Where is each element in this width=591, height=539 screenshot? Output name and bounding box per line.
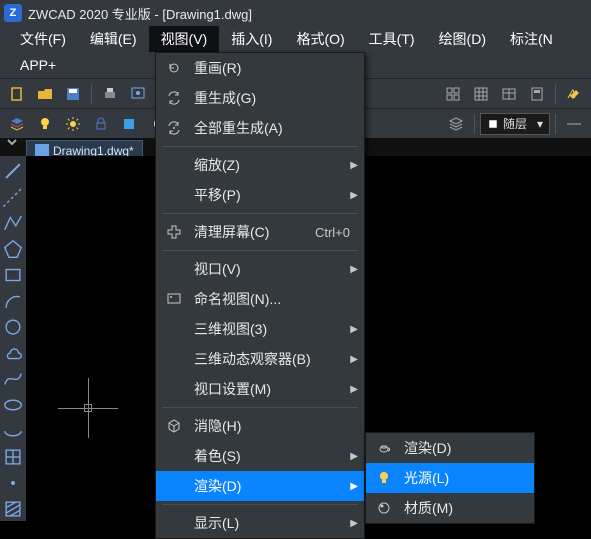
- layer-stack-icon[interactable]: [443, 112, 469, 136]
- table-icon[interactable]: [496, 82, 522, 106]
- left-tool-palette: [0, 156, 26, 521]
- new-icon[interactable]: [4, 82, 30, 106]
- print-icon[interactable]: [97, 82, 123, 106]
- regen-icon: [164, 88, 184, 108]
- ellipse-tool-icon[interactable]: [2, 394, 24, 416]
- separator: [555, 84, 556, 104]
- polyline-tool-icon[interactable]: [2, 212, 24, 234]
- lock-icon[interactable]: [88, 112, 114, 136]
- submenu-arrow-icon: ▶: [350, 481, 358, 492]
- submenu-arrow-icon: ▶: [350, 451, 358, 462]
- separator: [91, 84, 92, 104]
- menu-draw[interactable]: 绘图(D): [427, 26, 498, 52]
- clean-screen-icon: [164, 222, 184, 242]
- box-blue-icon[interactable]: [116, 112, 142, 136]
- menu-item-regen[interactable]: 重生成(G): [156, 83, 364, 113]
- submenu-item-material[interactable]: 材质(M): [366, 493, 534, 523]
- menu-item-zoom[interactable]: 缩放(Z) ▶: [156, 150, 364, 180]
- crosshair-cursor: [58, 378, 118, 438]
- menu-item-regen-all[interactable]: 全部重生成(A): [156, 113, 364, 143]
- menu-insert[interactable]: 插入(I): [219, 26, 284, 52]
- menu-view[interactable]: 视图(V): [149, 26, 220, 52]
- sun-icon[interactable]: [60, 112, 86, 136]
- menu-dim[interactable]: 标注(N: [498, 26, 565, 52]
- polygon-tool-icon[interactable]: [2, 238, 24, 260]
- menu-app-plus[interactable]: APP+: [8, 57, 68, 73]
- bulb-icon[interactable]: [32, 112, 58, 136]
- menu-file[interactable]: 文件(F): [8, 26, 78, 52]
- menu-item-viewport-config[interactable]: 视口设置(M) ▶: [156, 374, 364, 404]
- rect-tool-icon[interactable]: [2, 264, 24, 286]
- menu-item-redraw[interactable]: 重画(R): [156, 53, 364, 83]
- save-icon[interactable]: [60, 82, 86, 106]
- menu-item-named-views[interactable]: 命名视图(N)...: [156, 284, 364, 314]
- submenu-arrow-icon: ▶: [350, 518, 358, 529]
- submenu-arrow-icon: ▶: [350, 190, 358, 201]
- separator: [162, 504, 358, 505]
- separator: [162, 213, 358, 214]
- menu-format[interactable]: 格式(O): [284, 26, 356, 52]
- teapot-icon: [374, 438, 394, 458]
- brush-a-icon[interactable]: A: [561, 82, 587, 106]
- menu-edit[interactable]: 编辑(E): [78, 26, 149, 52]
- title-bar: Z ZWCAD 2020 专业版 - [Drawing1.dwg]: [0, 0, 591, 26]
- separator: [162, 146, 358, 147]
- hatch-tool-icon[interactable]: [2, 498, 24, 520]
- chevron-down-icon: ▾: [537, 117, 543, 131]
- submenu-arrow-icon: ▶: [350, 264, 358, 275]
- layer-combo[interactable]: 随层 ▾: [480, 113, 550, 135]
- point-tool-icon[interactable]: [2, 472, 24, 494]
- menu-tools[interactable]: 工具(T): [357, 26, 427, 52]
- menu-item-3d-orbit[interactable]: 三维动态观察器(B) ▶: [156, 344, 364, 374]
- menu-item-render[interactable]: 渲染(D) ▶: [156, 471, 364, 501]
- submenu-arrow-icon: ▶: [350, 160, 358, 171]
- app-logo: Z: [4, 4, 22, 22]
- submenu-item-light[interactable]: 光源(L): [366, 463, 534, 493]
- separator: [162, 250, 358, 251]
- separator: [474, 114, 475, 134]
- line-tool-icon[interactable]: [2, 160, 24, 182]
- layout-icon[interactable]: [440, 82, 466, 106]
- xline-tool-icon[interactable]: [2, 186, 24, 208]
- collapse-icon[interactable]: [4, 134, 20, 150]
- block-tool-icon[interactable]: [2, 446, 24, 468]
- submenu-item-render[interactable]: 渲染(D): [366, 433, 534, 463]
- ellipse-arc-tool-icon[interactable]: [2, 420, 24, 442]
- separator: [162, 407, 358, 408]
- menu-item-3d-views[interactable]: 三维视图(3) ▶: [156, 314, 364, 344]
- calc-icon[interactable]: [524, 82, 550, 106]
- menu-item-clean-screen[interactable]: 清理屏幕(C) Ctrl+0: [156, 217, 364, 247]
- layer-manager-icon[interactable]: [4, 112, 30, 136]
- submenu-arrow-icon: ▶: [350, 354, 358, 365]
- layer-combo-value: 随层: [503, 115, 527, 132]
- regen-all-icon: [164, 118, 184, 138]
- light-bulb-icon: [374, 468, 394, 488]
- open-icon[interactable]: [32, 82, 58, 106]
- hide-icon: [164, 416, 184, 436]
- menu-item-display[interactable]: 显示(L) ▶: [156, 508, 364, 538]
- redraw-icon: [164, 58, 184, 78]
- menu-item-hide[interactable]: 消隐(H): [156, 411, 364, 441]
- menu-item-viewport[interactable]: 视口(V) ▶: [156, 254, 364, 284]
- line-dash-icon[interactable]: [561, 112, 587, 136]
- arc-tool-icon[interactable]: [2, 290, 24, 312]
- render-submenu: 渲染(D) 光源(L) 材质(M): [365, 432, 535, 524]
- menu-item-shade[interactable]: 着色(S) ▶: [156, 441, 364, 471]
- title-text: ZWCAD 2020 专业版 - [Drawing1.dwg]: [28, 4, 252, 23]
- preview-icon[interactable]: [125, 82, 151, 106]
- separator: [555, 114, 556, 134]
- submenu-arrow-icon: ▶: [350, 384, 358, 395]
- menu-item-pan[interactable]: 平移(P) ▶: [156, 180, 364, 210]
- menu-bar: 文件(F) 编辑(E) 视图(V) 插入(I) 格式(O) 工具(T) 绘图(D…: [0, 26, 591, 52]
- view-menu: 重画(R) 重生成(G) 全部重生成(A) 缩放(Z) ▶ 平移(P) ▶ 清理…: [155, 52, 365, 539]
- revcloud-tool-icon[interactable]: [2, 342, 24, 364]
- circle-tool-icon[interactable]: [2, 316, 24, 338]
- spline-tool-icon[interactable]: [2, 368, 24, 390]
- spreadsheet-icon[interactable]: [468, 82, 494, 106]
- material-icon: [374, 498, 394, 518]
- named-views-icon: [164, 289, 184, 309]
- submenu-arrow-icon: ▶: [350, 324, 358, 335]
